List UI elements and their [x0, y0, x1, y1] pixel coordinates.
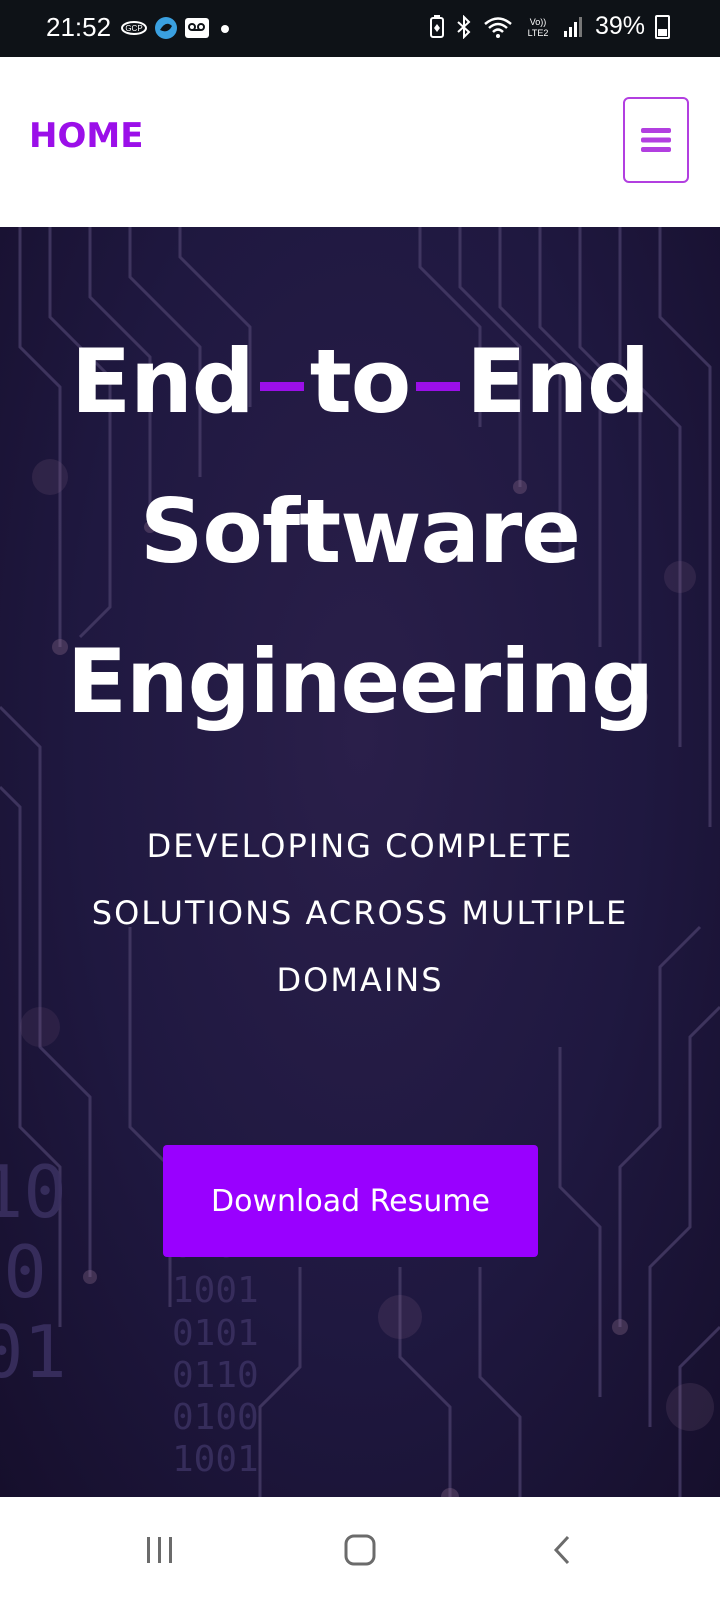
bg-digits-3: 01	[0, 1310, 67, 1394]
bg-digits-8: 0100	[172, 1397, 259, 1438]
home-link[interactable]: HOME	[29, 116, 143, 156]
battery-saver-icon	[429, 14, 444, 38]
hero-title-line-3: Engineering	[66, 630, 654, 733]
hero-title-part-3: End	[466, 330, 650, 433]
svg-text:LTE2: LTE2	[528, 28, 549, 38]
bg-digits-6: 0101	[172, 1313, 259, 1354]
hero-title-part-2: to	[309, 330, 412, 433]
hero-subtitle-line-3: DOMAINS	[276, 961, 444, 999]
menu-button[interactable]	[623, 97, 689, 183]
back-button[interactable]	[532, 1525, 592, 1575]
bg-digits-2: 00	[0, 1230, 47, 1314]
voicemail-icon	[185, 18, 209, 38]
signal-icon	[563, 16, 582, 37]
bg-digits-1: 10	[0, 1150, 67, 1234]
dash-accent	[416, 381, 461, 391]
svg-text:Vo)): Vo))	[530, 17, 547, 27]
status-left-icons: GCP	[120, 16, 234, 40]
svg-text:GCP: GCP	[125, 24, 142, 33]
bg-digits-7: 0110	[172, 1355, 259, 1396]
bg-digits-9: 1001	[172, 1439, 259, 1480]
hero-section: 10 00 01 0101 1001 0101 0110 0100 1001 E…	[0, 227, 720, 1497]
recents-icon	[147, 1537, 172, 1563]
dot-icon	[221, 25, 229, 33]
status-bar: 21:52 GCP Vo)) LTE2 39%	[0, 0, 720, 57]
hero-subtitle-line-1: DEVELOPING COMPLETE	[146, 827, 574, 865]
battery-icon	[655, 14, 670, 39]
recents-button[interactable]	[130, 1525, 190, 1575]
circle-app-icon	[155, 17, 177, 39]
gcp-icon: GCP	[121, 21, 147, 35]
hamburger-icon	[641, 128, 671, 152]
status-time: 21:52	[46, 12, 112, 42]
hero-title: End to End Software Engineering	[0, 307, 720, 757]
download-resume-button[interactable]: Download Resume	[163, 1145, 538, 1257]
home-icon	[344, 1534, 376, 1566]
home-button[interactable]	[330, 1525, 390, 1575]
hero-title-line-1: End to End	[0, 307, 720, 457]
dash-accent	[259, 381, 304, 391]
volte-lte-icon: Vo)) LTE2	[528, 17, 549, 38]
bluetooth-icon	[457, 14, 471, 39]
hero-subtitle-line-2: SOLUTIONS ACROSS MULTIPLE	[91, 894, 629, 932]
hero-subtitle: DEVELOPING COMPLETE SOLUTIONS ACROSS MUL…	[40, 813, 680, 1014]
battery-percent: 39%	[594, 12, 645, 40]
bg-digits-5: 1001	[172, 1270, 259, 1311]
system-nav-bar	[0, 1497, 720, 1600]
hero-title-line-2: Software	[140, 480, 581, 583]
back-icon	[553, 1535, 570, 1565]
hero-title-part-1: End	[70, 330, 255, 433]
app-header: HOME	[0, 57, 720, 227]
wifi-icon	[484, 16, 512, 38]
status-right-icons: Vo)) LTE2 39%	[429, 12, 670, 41]
